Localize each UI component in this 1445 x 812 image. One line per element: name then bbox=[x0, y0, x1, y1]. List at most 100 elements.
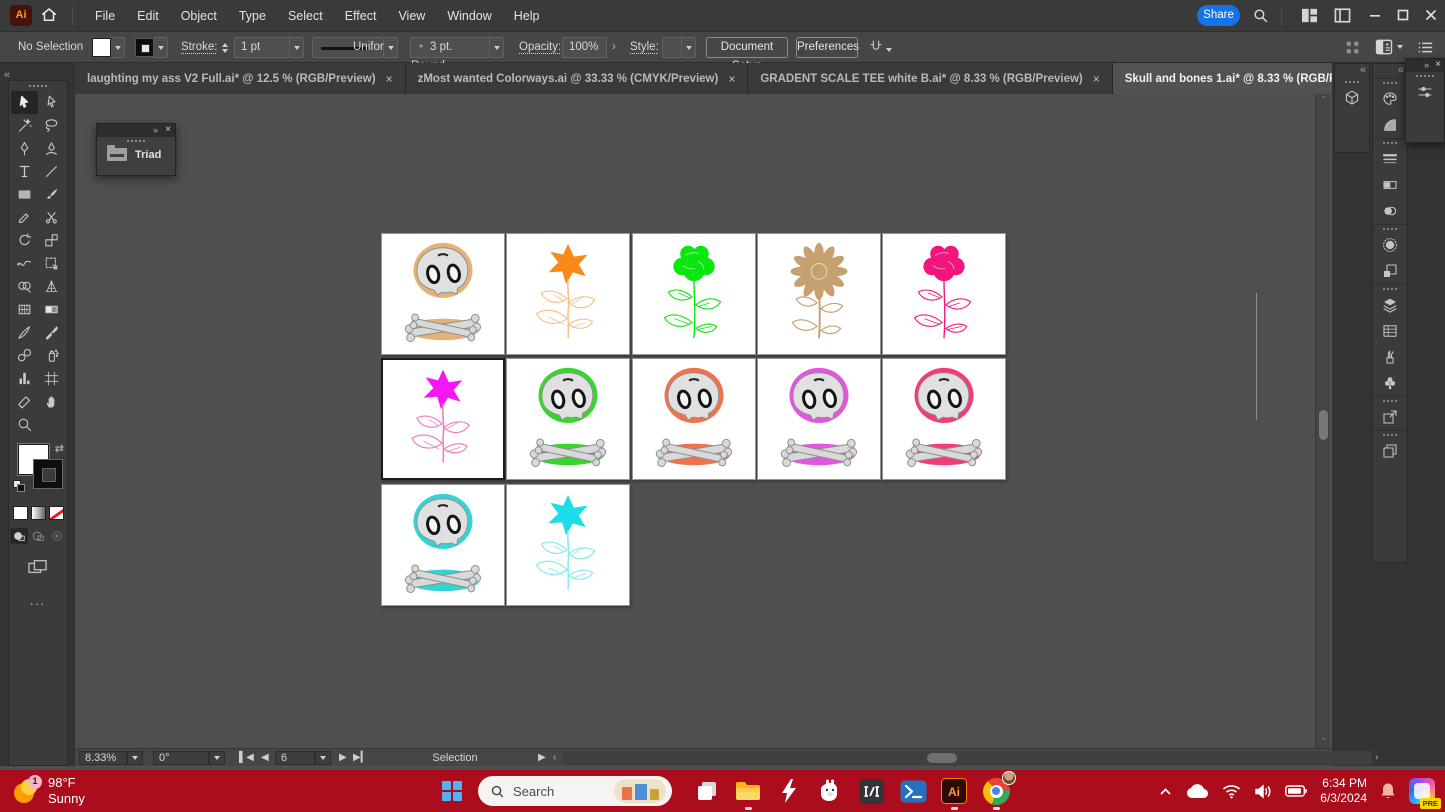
menu-effect[interactable]: Effect bbox=[336, 5, 386, 27]
artboard-skull-and-bones-pink[interactable] bbox=[882, 358, 1006, 480]
rotation-value[interactable]: 0° bbox=[153, 751, 209, 765]
panel-appearance[interactable] bbox=[1373, 232, 1407, 258]
menu-view[interactable]: View bbox=[389, 5, 434, 27]
stroke-weight-label[interactable]: Stroke: bbox=[181, 41, 217, 53]
tool-scale[interactable] bbox=[38, 229, 65, 252]
close-tab-icon[interactable]: × bbox=[386, 72, 393, 86]
artboard-skull-and-bones-green[interactable] bbox=[506, 358, 630, 480]
scroll-up-icon[interactable]: ˆ bbox=[1316, 95, 1331, 105]
menu-list-icon[interactable] bbox=[1417, 40, 1434, 55]
draw-inside-icon[interactable] bbox=[48, 528, 66, 544]
hidden-icons-chevron-icon[interactable] bbox=[1159, 787, 1172, 796]
stroke-proxy[interactable] bbox=[33, 459, 63, 489]
panel-brushes[interactable] bbox=[1373, 344, 1407, 370]
status-expand-icon[interactable]: ▶ bbox=[538, 752, 546, 763]
search-highlight-image[interactable] bbox=[614, 779, 666, 803]
artboard-skull-and-bones-magenta[interactable] bbox=[757, 358, 881, 480]
task-view-icon[interactable] bbox=[692, 776, 722, 806]
panel-artboards-panel[interactable] bbox=[1373, 318, 1407, 344]
brush-chevron-icon[interactable] bbox=[490, 37, 504, 58]
close-icon[interactable]: × bbox=[165, 124, 171, 135]
preferences-button[interactable]: Preferences bbox=[796, 37, 858, 58]
tool-symbol-sprayer[interactable] bbox=[38, 344, 65, 367]
tool-direct-selection[interactable] bbox=[38, 91, 65, 114]
touch-workspace-icon[interactable] bbox=[1345, 40, 1360, 55]
edit-toolbar-icon[interactable]: ... bbox=[9, 594, 67, 608]
zoom-chevron-icon[interactable] bbox=[127, 751, 143, 765]
artboard-skull-and-bones-cyan[interactable] bbox=[381, 484, 505, 606]
arrange-documents-icon[interactable] bbox=[1301, 8, 1318, 23]
brackets-app-icon[interactable] bbox=[856, 776, 886, 806]
document-setup-button[interactable]: Document Setup bbox=[706, 37, 788, 58]
tool-lasso[interactable] bbox=[38, 114, 65, 137]
close-tab-icon[interactable]: × bbox=[728, 72, 735, 86]
tool-paintbrush[interactable] bbox=[38, 183, 65, 206]
panel-graphic-styles[interactable] bbox=[1373, 258, 1407, 284]
tool-type[interactable] bbox=[11, 160, 38, 183]
stroke-weight-chevron-icon[interactable] bbox=[290, 37, 304, 58]
notification-bell-icon[interactable] bbox=[1380, 782, 1396, 800]
brush-select[interactable]: •3 pt. Round bbox=[410, 37, 490, 58]
tool-knife[interactable] bbox=[11, 321, 38, 344]
panel-asset-export[interactable] bbox=[1373, 438, 1407, 464]
close-icon[interactable]: × bbox=[1435, 59, 1441, 70]
gradient-button[interactable] bbox=[31, 506, 46, 520]
close-icon[interactable] bbox=[1424, 8, 1438, 22]
menu-object[interactable]: Object bbox=[172, 5, 226, 27]
stroke-stepper[interactable] bbox=[219, 37, 231, 58]
powershell-icon[interactable] bbox=[898, 776, 928, 806]
fill-color-swatch[interactable] bbox=[92, 38, 111, 57]
properties-sliders-icon[interactable] bbox=[1406, 79, 1444, 105]
panel-color[interactable] bbox=[1373, 86, 1407, 112]
next-artboard-icon[interactable]: ▶ bbox=[339, 752, 347, 763]
wifi-icon[interactable] bbox=[1222, 784, 1241, 799]
artboard-flower-pink-rose[interactable] bbox=[882, 233, 1006, 355]
first-artboard-icon[interactable]: ▌◀ bbox=[239, 752, 254, 763]
tool-zoom[interactable] bbox=[11, 413, 38, 436]
close-tab-icon[interactable]: × bbox=[1093, 72, 1100, 86]
maximize-icon[interactable] bbox=[1396, 8, 1410, 22]
tool-line-segment[interactable] bbox=[38, 160, 65, 183]
canvas[interactable]: ˆ ˇ bbox=[75, 94, 1332, 748]
artboard-number-value[interactable]: 6 bbox=[275, 751, 315, 765]
fill-dropdown-chevron-icon[interactable] bbox=[111, 37, 125, 58]
tool-shaper[interactable] bbox=[11, 206, 38, 229]
collapse-icon[interactable]: » bbox=[1424, 60, 1428, 70]
tool-shape-builder[interactable] bbox=[11, 275, 38, 298]
rotation-chevron-icon[interactable] bbox=[209, 751, 225, 765]
menu-window[interactable]: Window bbox=[438, 5, 500, 27]
color-button[interactable] bbox=[13, 506, 28, 520]
horizontal-scroll-thumb[interactable] bbox=[927, 753, 957, 763]
chrome-icon[interactable] bbox=[981, 776, 1011, 806]
panel-3d-materials[interactable] bbox=[1335, 85, 1369, 111]
vertical-scrollbar[interactable]: ˆ ˇ bbox=[1315, 94, 1330, 748]
snap-options-icon[interactable] bbox=[868, 38, 884, 54]
artboard-flower-magenta[interactable] bbox=[381, 358, 505, 480]
opacity-label[interactable]: Opacity: bbox=[519, 41, 561, 53]
default-fill-stroke-icon[interactable] bbox=[13, 480, 26, 493]
menu-edit[interactable]: Edit bbox=[128, 5, 168, 27]
tool-artboard[interactable] bbox=[38, 367, 65, 390]
collapse-dock-icon[interactable]: « bbox=[1335, 64, 1369, 78]
tool-hand[interactable] bbox=[38, 390, 65, 413]
snap-chevron-icon[interactable] bbox=[886, 43, 892, 55]
tool-blend[interactable] bbox=[11, 344, 38, 367]
tool-perspective-grid[interactable] bbox=[38, 275, 65, 298]
style-label[interactable]: Style: bbox=[630, 41, 659, 53]
volume-icon[interactable] bbox=[1254, 784, 1272, 799]
panel-stroke-panel[interactable] bbox=[1373, 146, 1407, 172]
panel-export-for-screens[interactable] bbox=[1373, 404, 1407, 430]
tool-free-transform[interactable] bbox=[38, 252, 65, 275]
battery-icon[interactable] bbox=[1285, 785, 1307, 797]
stroke-weight-value[interactable]: 1 pt bbox=[234, 37, 290, 58]
tool-pen[interactable] bbox=[11, 137, 38, 160]
zoom-level-value[interactable]: 8.33% bbox=[79, 751, 127, 765]
none-button[interactable] bbox=[49, 506, 64, 520]
horizontal-scrollbar[interactable] bbox=[562, 751, 1372, 765]
search-input[interactable]: Search bbox=[478, 776, 672, 806]
tool-rotate[interactable] bbox=[11, 229, 38, 252]
screen-mode-icon[interactable] bbox=[27, 558, 49, 576]
panel-gradient-quarter[interactable] bbox=[1373, 112, 1407, 138]
menu-type[interactable]: Type bbox=[230, 5, 275, 27]
share-button[interactable]: Share bbox=[1197, 5, 1240, 26]
